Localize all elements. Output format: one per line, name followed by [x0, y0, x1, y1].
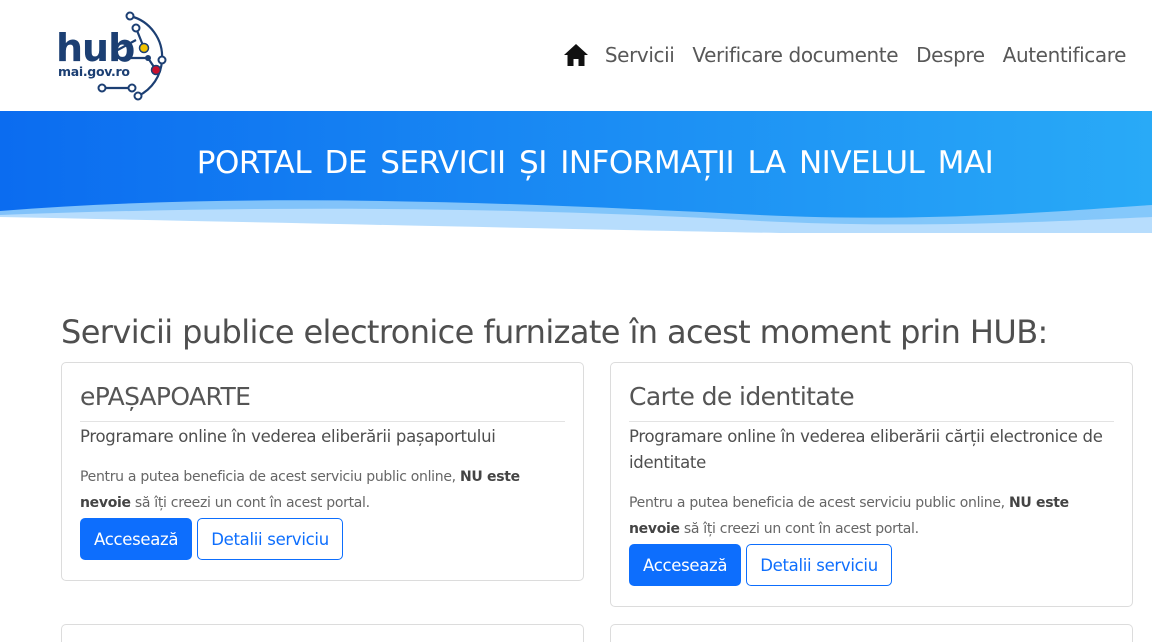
service-card-partial: [610, 624, 1133, 642]
home-icon[interactable]: [563, 43, 589, 67]
access-button[interactable]: Accesează: [629, 544, 742, 586]
service-card-carte-identitate: Carte de identitate Programare online în…: [610, 362, 1133, 607]
main-nav: Servicii Verificare documente Despre Aut…: [563, 40, 1126, 70]
card-note-text: Pentru a putea beneficia de acest servic…: [629, 495, 1009, 511]
card-subtitle: Programare online în vederea eliberării …: [629, 427, 1103, 472]
access-button[interactable]: Accesează: [80, 518, 193, 560]
logo-wordmark: hub: [56, 26, 135, 70]
banner-title: PORTAL DE SERVICII ȘI INFORMAȚII LA NIVE…: [196, 145, 994, 181]
card-note: Pentru a putea beneficia de acest servic…: [80, 464, 565, 516]
logo-domain: mai.gov.ro: [58, 64, 130, 79]
card-note-text-end: să îți creezi un cont în acest portal.: [130, 495, 370, 511]
nav-despre[interactable]: Despre: [916, 43, 985, 67]
card-title: ePAȘAPOARTE: [80, 381, 565, 422]
nav-autentificare[interactable]: Autentificare: [1003, 43, 1127, 67]
card-note-text-end: să îți creezi un cont în acest portal.: [679, 521, 919, 537]
service-card-partial: [61, 624, 584, 642]
card-note-text: Pentru a putea beneficia de acest servic…: [80, 469, 460, 485]
nav-servicii[interactable]: Servicii: [605, 43, 675, 67]
site-header: hub mai.gov.ro Servicii Verificare docum…: [0, 0, 1152, 111]
details-button[interactable]: Detalii serviciu: [197, 518, 343, 560]
service-card-epasapoarte: ePAȘAPOARTE Programare online în vederea…: [61, 362, 584, 581]
details-button[interactable]: Detalii serviciu: [746, 544, 892, 586]
card-actions: Accesează Detalii serviciu: [629, 544, 1114, 586]
nav-verificare-documente[interactable]: Verificare documente: [692, 43, 898, 67]
section-title: Servicii publice electronice furnizate î…: [61, 313, 1048, 351]
hero-banner: PORTAL DE SERVICII ȘI INFORMAȚII LA NIVE…: [0, 111, 1152, 235]
card-actions: Accesează Detalii serviciu: [80, 518, 565, 560]
hub-logo[interactable]: hub mai.gov.ro: [52, 8, 170, 104]
card-title: Carte de identitate: [629, 381, 1114, 422]
card-subtitle: Programare online în vederea eliberării …: [80, 427, 496, 446]
card-note: Pentru a putea beneficia de acest servic…: [629, 490, 1114, 542]
